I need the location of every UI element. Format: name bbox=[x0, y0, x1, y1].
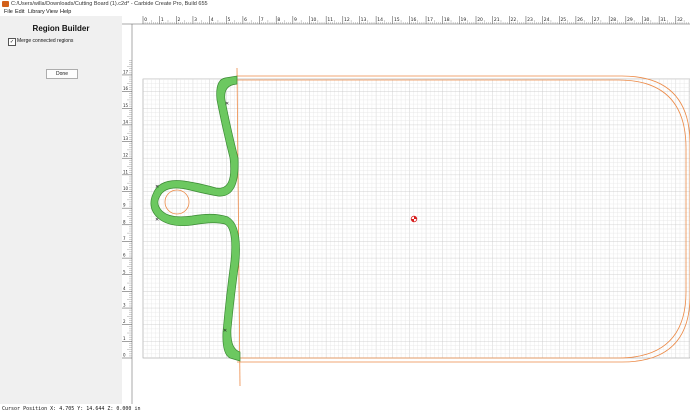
ruler-label: 4 bbox=[211, 17, 214, 23]
ruler-label: 6 bbox=[244, 17, 247, 23]
ruler-label: 30 bbox=[644, 17, 650, 23]
window-title: C:/Users/willa/Downloads/Cutting Board (… bbox=[11, 1, 208, 7]
node-marker: ✕ bbox=[225, 101, 229, 107]
title-bar: C:/Users/willa/Downloads/Cutting Board (… bbox=[0, 0, 690, 9]
merge-regions-label: Merge connected regions bbox=[17, 38, 74, 44]
cursor-position: Cursor Position X: 4.705 Y: 14.644 Z: 0.… bbox=[2, 406, 141, 412]
ruler-label: 11 bbox=[123, 169, 129, 174]
ruler-label: 16 bbox=[411, 17, 417, 23]
ruler-label: 22 bbox=[511, 17, 517, 23]
menu-bar: File Edit Library View Help bbox=[0, 9, 690, 16]
ruler-label: 18 bbox=[444, 17, 450, 23]
ruler-label: 28 bbox=[610, 17, 616, 23]
ruler-label: 0 bbox=[144, 17, 147, 23]
menu-file[interactable]: File bbox=[4, 9, 13, 16]
ruler-label: 19 bbox=[461, 17, 467, 23]
ruler-label: 20 bbox=[477, 17, 483, 23]
ruler-label: 15 bbox=[394, 17, 400, 23]
ruler-label: 27 bbox=[594, 17, 600, 23]
ruler-label: 25 bbox=[560, 17, 566, 23]
ruler-label: 17 bbox=[427, 17, 433, 23]
design-canvas[interactable]: 0 1 2 3 4 5 6 7 8 9 10 11 12 13 14 15 16 17 18 19 20 21 22 23 24… bbox=[122, 16, 690, 404]
node-marker: ✕ bbox=[223, 328, 227, 334]
ruler-label: 14 bbox=[123, 119, 129, 124]
ruler-label: 23 bbox=[527, 17, 533, 23]
ruler-label: 29 bbox=[627, 17, 633, 23]
ruler-label: 12 bbox=[344, 17, 350, 23]
ruler-label: 5 bbox=[227, 17, 230, 23]
menu-edit[interactable]: Edit bbox=[15, 9, 24, 16]
ruler-label: 32 bbox=[677, 17, 683, 23]
ruler-label: 14 bbox=[377, 17, 383, 23]
ruler-label: 13 bbox=[361, 17, 367, 23]
ruler-label: 10 bbox=[123, 186, 129, 191]
region-builder-panel: Region Builder ✓ Merge connected regions… bbox=[0, 16, 123, 404]
checkmark-icon: ✓ bbox=[9, 39, 15, 45]
panel-title: Region Builder bbox=[32, 24, 90, 33]
ruler-label: 7 bbox=[261, 17, 264, 23]
ruler-label: 9 bbox=[294, 17, 297, 23]
merge-regions-checkbox[interactable]: ✓ bbox=[8, 38, 16, 46]
ruler-label: 10 bbox=[311, 17, 317, 23]
center-origin-marker bbox=[410, 215, 418, 223]
app-icon bbox=[2, 1, 9, 7]
menu-library[interactable]: Library bbox=[28, 9, 45, 16]
ruler-label: 3 bbox=[194, 17, 197, 23]
ruler-label: 12 bbox=[123, 153, 129, 158]
ruler-label: 11 bbox=[327, 17, 333, 23]
ruler-label: 15 bbox=[123, 103, 129, 108]
menu-view[interactable]: View bbox=[46, 9, 58, 16]
horizontal-ruler bbox=[122, 16, 690, 24]
node-marker: ✕ bbox=[155, 217, 159, 223]
ruler-label: 21 bbox=[494, 17, 500, 23]
vertical-ruler bbox=[122, 24, 132, 404]
ruler-label: 26 bbox=[577, 17, 583, 23]
menu-help[interactable]: Help bbox=[60, 9, 71, 16]
node-marker: ✕ bbox=[155, 184, 159, 190]
done-button[interactable]: Done bbox=[46, 69, 78, 79]
status-bar: Cursor Position X: 4.705 Y: 14.644 Z: 0.… bbox=[0, 404, 690, 414]
ruler-label: 16 bbox=[123, 86, 129, 91]
ruler-label: 13 bbox=[123, 136, 129, 141]
ruler-label: 1 bbox=[161, 17, 164, 23]
ruler-label: 24 bbox=[544, 17, 550, 23]
ruler-label: 31 bbox=[660, 17, 666, 23]
ruler-label: 8 bbox=[277, 17, 280, 23]
ruler-label: 2 bbox=[178, 17, 181, 23]
ruler-label: 17 bbox=[123, 69, 129, 74]
